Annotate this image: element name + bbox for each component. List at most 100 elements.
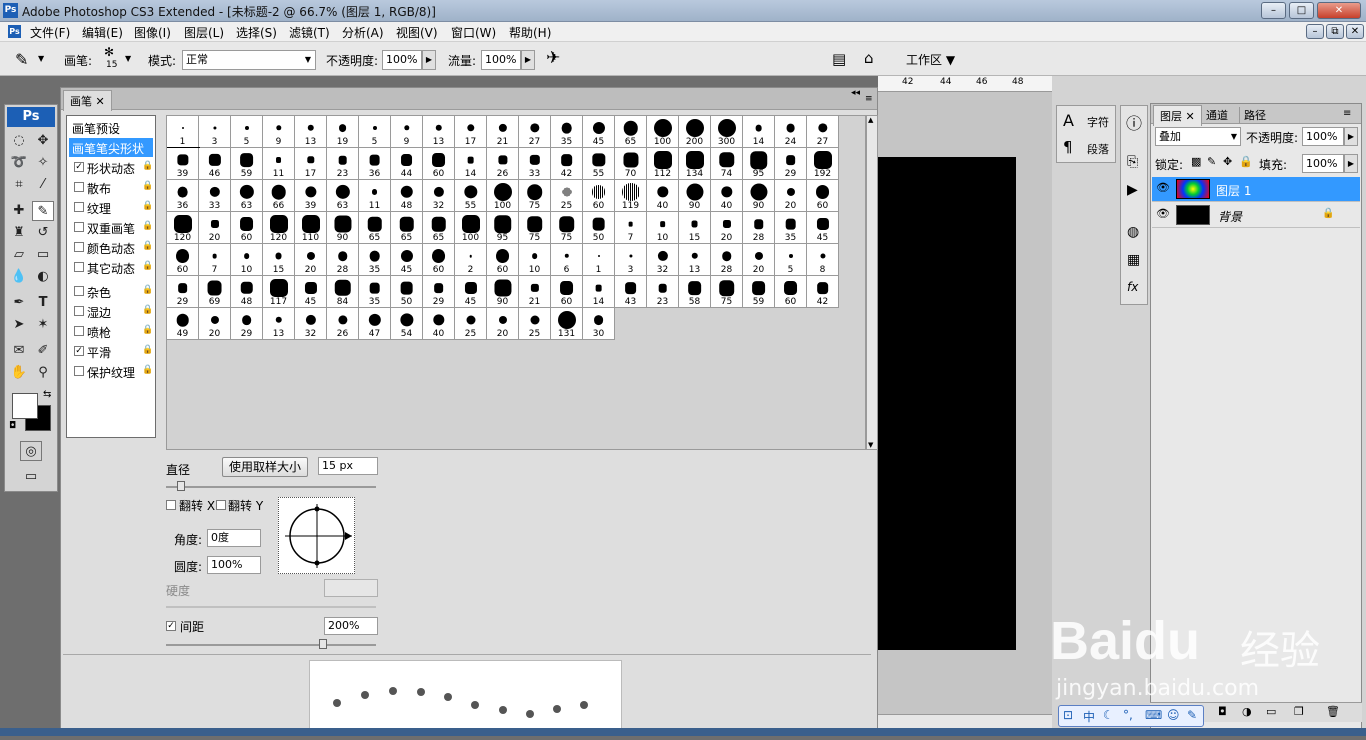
spacing-input[interactable]: 200% (324, 617, 378, 635)
doc-minimize-button[interactable]: – (1306, 24, 1324, 39)
history-brush-tool-icon[interactable]: ↺ (32, 223, 54, 243)
new-layer-icon[interactable]: ❐ (1294, 705, 1304, 718)
brush-preset-cell[interactable]: 90 (327, 212, 359, 244)
magic-wand-tool-icon[interactable]: ✧ (32, 153, 54, 173)
character-tab[interactable]: 字符 (1087, 114, 1109, 130)
lock-icon[interactable]: 🔒 (142, 365, 153, 376)
eyedropper-tool-icon[interactable]: ✐ (32, 341, 54, 361)
brush-setting-item[interactable]: 画笔笔尖形状 (69, 138, 153, 157)
brush-preset-cell[interactable]: 44 (391, 148, 423, 180)
brush-preset-cell[interactable]: 40 (647, 180, 679, 212)
brush-preset-cell[interactable]: 13 (263, 308, 295, 340)
screen-mode-icon[interactable]: ▭ (20, 467, 42, 487)
brush-preset-cell[interactable]: 42 (551, 148, 583, 180)
brush-preset-cell[interactable]: 36 (167, 180, 199, 212)
brush-preset-cell[interactable]: 75 (711, 276, 743, 308)
brush-preset-cell[interactable]: 60 (167, 244, 199, 276)
paragraph-tab[interactable]: 段落 (1087, 141, 1109, 157)
brush-preset-cell[interactable]: 112 (647, 148, 679, 180)
brush-preset-cell[interactable]: 65 (391, 212, 423, 244)
brush-preset-cell[interactable]: 40 (423, 308, 455, 340)
brush-preset-cell[interactable]: 6 (551, 244, 583, 276)
brush-preset-cell[interactable]: 75 (551, 212, 583, 244)
brush-preset-cell[interactable]: 20 (295, 244, 327, 276)
brush-preset-cell[interactable]: 13 (679, 244, 711, 276)
ime-mode[interactable]: 中 (1083, 708, 1095, 725)
adjustment-layer-icon[interactable]: ◑ (1242, 705, 1252, 718)
roundness-input[interactable]: 100% (207, 556, 261, 574)
brush-preset-cell[interactable]: 58 (679, 276, 711, 308)
brush-preset-cell[interactable]: 26 (487, 148, 519, 180)
new-group-icon[interactable]: ▭ (1266, 705, 1276, 718)
brush-setting-item[interactable]: 双重画笔 🔒 (69, 218, 153, 237)
opacity-input[interactable]: 100% (382, 50, 422, 70)
menu-view[interactable]: 视图(V) (396, 24, 438, 41)
brush-preset-cell[interactable]: 15 (263, 244, 295, 276)
lock-icon[interactable]: 🔒 (142, 241, 153, 252)
layer-opacity-input[interactable]: 100% (1302, 127, 1344, 146)
type-tool-icon[interactable]: T (32, 293, 54, 313)
layer-opacity-arrow[interactable]: ▶ (1344, 127, 1358, 146)
brush-preset-cell[interactable]: 2 (455, 244, 487, 276)
brush-preset-cell[interactable]: 11 (359, 180, 391, 212)
brush-preset-cell[interactable]: 84 (327, 276, 359, 308)
palette-well-icon[interactable]: ▤ (832, 50, 846, 68)
menu-image[interactable]: 图像(I) (134, 24, 171, 41)
brush-preset-cell[interactable]: 40 (711, 180, 743, 212)
pen-tool-icon[interactable]: ✒ (8, 293, 30, 313)
tab-paths[interactable]: 路径 (1239, 107, 1266, 123)
brush-preset-cell[interactable]: 70 (615, 148, 647, 180)
tab-brushes[interactable]: 画笔 ✕ (63, 90, 112, 111)
flow-arrow-button[interactable]: ▶ (521, 50, 535, 70)
lock-position-icon[interactable]: ✥ (1223, 155, 1232, 168)
scroll-down-icon[interactable]: ▼ (868, 441, 873, 449)
brush-preset-cell[interactable]: 60 (423, 244, 455, 276)
ime-keyboard-icon[interactable]: ⌨ (1145, 708, 1162, 722)
brush-preset-cell[interactable]: 29 (167, 276, 199, 308)
brush-preset-cell[interactable]: 7 (199, 244, 231, 276)
brush-preset-cell[interactable]: 21 (519, 276, 551, 308)
brush-preset-cell[interactable]: 300 (711, 116, 743, 148)
ime-moon-icon[interactable]: ☾ (1103, 708, 1114, 722)
brush-preset-cell[interactable]: 90 (487, 276, 519, 308)
lock-transparent-icon[interactable]: ▩ (1191, 155, 1201, 168)
hand-tool-icon[interactable]: ✋ (8, 363, 30, 383)
preset-grid-scrollbar[interactable]: ▲ ▼ (866, 115, 878, 450)
brush-preset-cell[interactable]: 60 (551, 276, 583, 308)
brush-preset-cell[interactable]: 59 (231, 148, 263, 180)
brush-setting-item[interactable]: 颜色动态 🔒 (69, 238, 153, 257)
brush-preset-cell[interactable]: 20 (711, 212, 743, 244)
brush-preset-cell[interactable]: 90 (743, 180, 775, 212)
brush-preset-cell[interactable]: 10 (519, 244, 551, 276)
brush-preset-cell[interactable]: 3 (615, 244, 647, 276)
brush-preset-cell[interactable]: 35 (359, 276, 391, 308)
ime-punct-icon[interactable]: °, (1123, 708, 1133, 722)
doc-restore-button[interactable]: ⧉ (1326, 24, 1344, 39)
default-colors-icon[interactable]: ◘ (9, 421, 16, 431)
marquee-tool-icon[interactable]: ◌ (8, 131, 30, 151)
brush-preset-cell[interactable]: 25 (519, 308, 551, 340)
mode-select[interactable]: 正常 ▼ (182, 50, 316, 70)
maximize-button[interactable]: □ (1289, 2, 1314, 19)
brush-preset-cell[interactable]: 45 (583, 116, 615, 148)
brush-preset-cell[interactable]: 100 (487, 180, 519, 212)
tool-preset-arrow-icon[interactable]: ▼ (38, 54, 44, 63)
brush-preset-cell[interactable]: 10 (231, 244, 263, 276)
brush-preset-cell[interactable]: 25 (455, 308, 487, 340)
brush-preset-cell[interactable]: 10 (647, 212, 679, 244)
lock-icon[interactable]: 🔒 (142, 201, 153, 212)
flow-input[interactable]: 100% (481, 50, 521, 70)
diameter-input[interactable]: 15 px (318, 457, 378, 475)
brush-preset-cell[interactable]: 25 (551, 180, 583, 212)
brush-preset-cell[interactable]: 27 (519, 116, 551, 148)
lock-icon[interactable]: 🔒 (142, 221, 153, 232)
brush-preset-cell[interactable]: 1 (167, 116, 199, 148)
styles-icon[interactable]: fx (1127, 280, 1138, 294)
brush-preset-cell[interactable]: 29 (231, 308, 263, 340)
lock-all-icon[interactable]: 🔒 (1239, 155, 1253, 168)
menu-filter[interactable]: 滤镜(T) (289, 24, 330, 41)
angle-roundness-widget[interactable] (278, 497, 355, 574)
brush-presets-item[interactable]: 画笔预设 (69, 118, 153, 137)
setting-checkbox[interactable]: ✓ (74, 346, 84, 356)
menu-window[interactable]: 窗口(W) (451, 24, 496, 41)
